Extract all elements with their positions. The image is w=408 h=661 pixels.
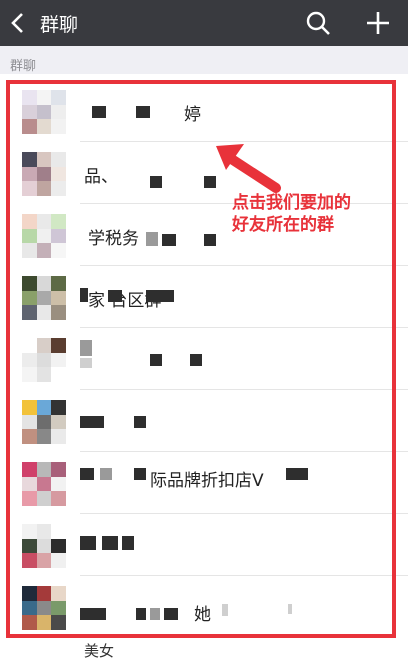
- highlight-frame: [6, 80, 396, 638]
- annotation-text: 点击我们要加的 好友所在的群: [232, 192, 392, 236]
- page-title: 群聊: [40, 14, 79, 36]
- section-label: 群聊: [10, 59, 37, 74]
- annotation-line-2: 好友所在的群: [232, 215, 334, 235]
- back-chevron-icon[interactable]: [6, 8, 32, 38]
- search-icon[interactable]: [305, 10, 331, 36]
- section-header: 群聊: [0, 46, 408, 74]
- pointer-arrow-icon: [216, 144, 281, 193]
- plus-icon[interactable]: [364, 9, 392, 37]
- annotation-line-1: 点击我们要加的: [232, 193, 351, 213]
- next-group-name-partial: 美女: [84, 642, 115, 660]
- title-bar: 群聊: [0, 0, 408, 46]
